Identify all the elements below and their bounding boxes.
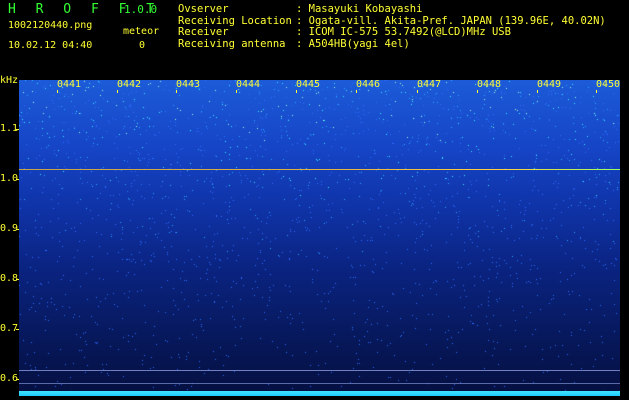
time-label-0442: 0442: [117, 79, 142, 90]
carrier-trace-1-02khz: [19, 169, 620, 170]
time-tick: [596, 90, 597, 93]
meteor-label: meteor: [123, 26, 160, 37]
time-label-0445: 0445: [296, 79, 321, 90]
spectrogram: [19, 80, 620, 396]
time-tick: [356, 90, 357, 93]
time-label-0447: 0447: [417, 79, 442, 90]
time-tick: [57, 90, 58, 93]
time-tick: [176, 90, 177, 93]
header-panel: H R O F F T 1.0.0 1002120440.png meteor …: [0, 0, 629, 78]
time-tick: [296, 90, 297, 93]
time-tick: [117, 90, 118, 93]
meteor-count: 0: [139, 40, 146, 51]
carrier-trace-0-55khz: [19, 383, 620, 384]
app-version: 1.0.0: [124, 3, 158, 16]
file-name: 1002120440.png: [8, 20, 93, 31]
time-label-0450: 0450: [596, 79, 621, 90]
baseband-noise-strip: [19, 391, 620, 396]
station-info: Ovserver: Masayuki Kobayashi Receiving L…: [178, 3, 606, 50]
time-tick: [537, 90, 538, 93]
time-label-0448: 0448: [477, 79, 502, 90]
time-tick: [417, 90, 418, 93]
time-label-0444: 0444: [236, 79, 261, 90]
y-unit-label: kHz: [0, 75, 19, 86]
station-row-antenna: Receiving antenna: A504HB(yagi 4el): [178, 37, 410, 50]
date-time: 10.02.12 04:40: [8, 40, 93, 51]
time-label-0446: 0446: [356, 79, 381, 90]
time-tick: [477, 90, 478, 93]
time-label-0441: 0441: [57, 79, 82, 90]
time-tick: [236, 90, 237, 93]
time-label-0443: 0443: [176, 79, 201, 90]
carrier-trace-0-58khz: [19, 370, 620, 371]
time-label-0449: 0449: [537, 79, 562, 90]
spectrogram-noise: [19, 80, 620, 396]
